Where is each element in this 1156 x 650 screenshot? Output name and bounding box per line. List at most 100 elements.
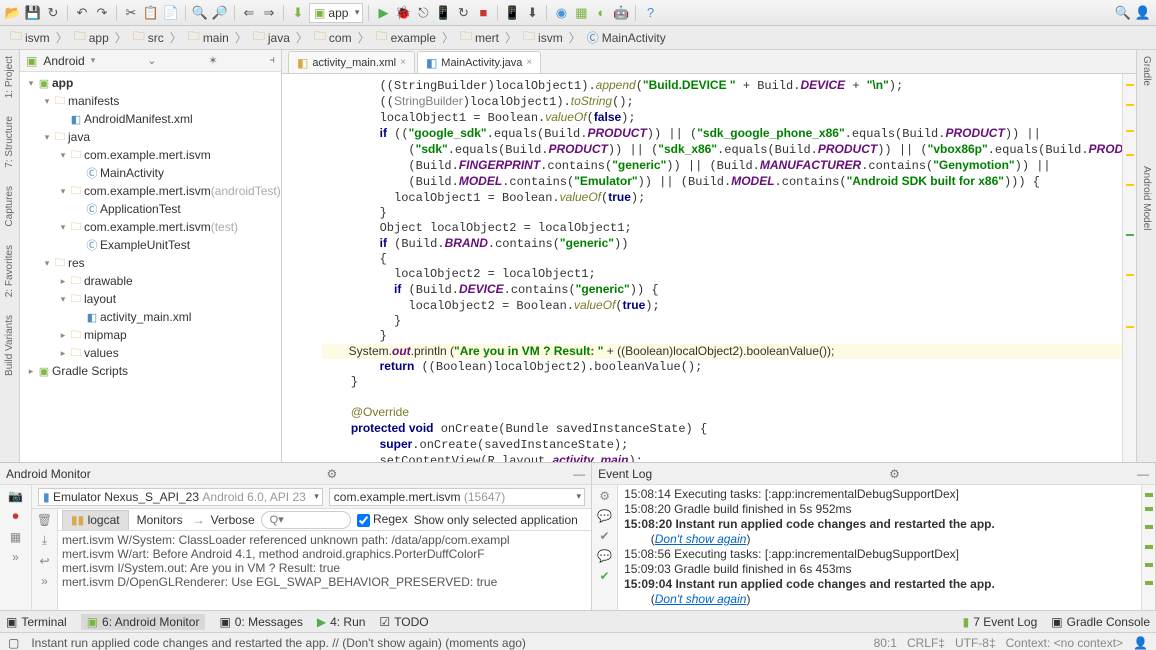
tree-applicationtest[interactable]: Ⓒ ApplicationTest — [20, 200, 281, 218]
btab-terminal[interactable]: ▣ Terminal — [6, 615, 67, 629]
btab-gradle-console[interactable]: ▣ Gradle Console — [1051, 615, 1150, 629]
avd-icon[interactable]: 📱 — [503, 4, 521, 22]
status-icon[interactable]: ▢ — [8, 636, 19, 650]
layout-capture-icon[interactable]: ▦ — [10, 530, 21, 544]
redo-icon[interactable]: ↷ — [93, 4, 111, 22]
restart-icon[interactable]: ↻ — [454, 4, 472, 22]
rightbar-gradle[interactable]: Gradle — [1141, 56, 1152, 86]
btab-event-log[interactable]: ▮ 7 Event Log — [963, 615, 1038, 629]
logcat-tab[interactable]: ▮▮ logcat — [62, 510, 129, 530]
crumb-isvm[interactable]: 🗀 isvm — [519, 27, 567, 48]
event-mark-icon[interactable]: ✔ — [600, 529, 610, 543]
tree-layout[interactable]: ▾🗀 layout — [20, 290, 281, 308]
btab-android-monitor[interactable]: ▣ 6: Android Monitor — [81, 614, 206, 630]
run-icon[interactable]: ▶ — [374, 4, 392, 22]
tree-app[interactable]: ▾▣ app — [20, 74, 281, 92]
zoom-out-icon[interactable]: 🔎 — [211, 4, 229, 22]
copy-icon[interactable]: 📋 — [142, 4, 160, 22]
crumb-com[interactable]: 🗀 com — [310, 27, 356, 48]
android-icon[interactable]: 🤖 — [612, 4, 630, 22]
event-warn-icon[interactable]: 💬 — [597, 549, 612, 563]
layout-inspector-icon[interactable]: ▦ — [572, 4, 590, 22]
log-filter-selector[interactable]: Show only selected application — [414, 513, 581, 527]
eventlog-settings-icon[interactable]: ⚙ — [889, 467, 900, 481]
zoom-in-icon[interactable]: 🔍 — [191, 4, 209, 22]
tab-activity_main.xml[interactable]: ◧ activity_main.xml × — [288, 51, 415, 73]
project-settings-icon[interactable]: ⌄ — [147, 54, 156, 67]
more-icon[interactable]: » — [12, 550, 19, 564]
leftbar-favorites[interactable]: 2: Favorites — [4, 245, 15, 297]
tab-MainActivity.java[interactable]: ◧ MainActivity.java × — [417, 51, 541, 73]
dont-show-again-link[interactable]: Don't show again — [655, 592, 747, 606]
event-check-icon[interactable]: ✔ — [600, 569, 610, 583]
global-search-icon[interactable]: 🔍 — [1114, 4, 1132, 22]
crumb-example[interactable]: 🗀 example — [372, 27, 440, 48]
tree-manifests[interactable]: ▾🗀 manifests — [20, 92, 281, 110]
leftbar-build-variants[interactable]: Build Variants — [4, 315, 15, 376]
scroll-end-icon[interactable]: ⤓ — [42, 533, 47, 548]
back-icon[interactable]: ⇐ — [240, 4, 258, 22]
crumb-app[interactable]: 🗀 app — [70, 27, 113, 48]
log-level-selector[interactable]: Verbose — [211, 513, 255, 527]
btab-run[interactable]: ▶ 4: Run — [317, 615, 366, 629]
sdk-icon[interactable]: ⬇ — [523, 4, 541, 22]
crumb-java[interactable]: 🗀 java — [249, 27, 294, 48]
device-selector[interactable]: ▮ Emulator Nexus_S_API_23 Android 6.0, A… — [38, 488, 323, 506]
crumb-mert[interactable]: 🗀 mert — [456, 27, 503, 48]
rightbar-android-model[interactable]: Android Model — [1141, 166, 1152, 230]
error-stripe[interactable] — [1122, 74, 1136, 462]
line-separator[interactable]: CRLF‡ — [907, 636, 945, 650]
tree-com-example-mert-isvm[interactable]: ▾🗀 com.example.mert.isvm (androidTest) — [20, 182, 281, 200]
wrap-icon[interactable]: ↩ — [39, 554, 49, 568]
tree-com-example-mert-isvm[interactable]: ▾🗀 com.example.mert.isvm (test) — [20, 218, 281, 236]
paste-icon[interactable]: 📄 — [162, 4, 180, 22]
event-log-output[interactable]: 15:08:14 Executing tasks: [:app:incremen… — [618, 485, 1141, 610]
more2-icon[interactable]: » — [41, 574, 48, 588]
btab-todo[interactable]: ☑ TODO — [379, 615, 428, 629]
run-config-selector[interactable]: ▣ app — [309, 3, 363, 23]
btab-messages[interactable]: ▣ 0: Messages — [219, 615, 302, 629]
code-editor[interactable]: ((StringBuilder)localObject1).append("Bu… — [282, 74, 1122, 462]
project-structure-icon[interactable]: ◉ — [552, 4, 570, 22]
account-icon[interactable]: 👤 — [1134, 4, 1152, 22]
tree-androidmanifest-xml[interactable]: ◧ AndroidManifest.xml — [20, 110, 281, 128]
hide-icon[interactable]: ⫞ — [270, 54, 276, 67]
monitors-tab[interactable]: Monitors — [129, 511, 191, 529]
event-info-icon[interactable]: 💬 — [597, 509, 612, 523]
regex-checkbox[interactable]: Regex — [357, 512, 408, 526]
event-filter-icon[interactable]: ⚙ — [599, 489, 610, 503]
clear-log-icon[interactable]: 🗑 — [37, 513, 52, 527]
tree-drawable[interactable]: ▸🗀 drawable — [20, 272, 281, 290]
monitor-settings-icon[interactable]: ⚙ — [327, 467, 338, 481]
log-output[interactable]: mert.isvm W/System: ClassLoader referenc… — [58, 531, 591, 610]
leftbar-project[interactable]: 1: Project — [4, 56, 15, 98]
leftbar-captures[interactable]: Captures — [4, 186, 15, 227]
open-icon[interactable]: 📂 — [4, 4, 22, 22]
tree-mainactivity[interactable]: Ⓒ MainActivity — [20, 164, 281, 182]
make-icon[interactable]: ⬇ — [289, 4, 307, 22]
leftbar-structure[interactable]: 7: Structure — [4, 116, 15, 168]
apply-changes-icon[interactable]: 📱 — [434, 4, 452, 22]
process-selector[interactable]: com.example.mert.isvm (15647) — [329, 488, 585, 506]
cursor-position[interactable]: 80:1 — [874, 636, 897, 650]
stop-icon[interactable]: ■ — [474, 4, 492, 22]
tree-values[interactable]: ▸🗀 values — [20, 344, 281, 362]
tree-exampleunittest[interactable]: Ⓒ ExampleUnitTest — [20, 236, 281, 254]
crumb-src[interactable]: 🗀 src — [129, 27, 168, 48]
encoding[interactable]: UTF-8‡ — [955, 636, 996, 650]
tree-java[interactable]: ▾🗀 java — [20, 128, 281, 146]
record-icon[interactable]: ⏺ — [12, 509, 18, 524]
theme-editor-icon[interactable]: ◐ — [592, 4, 610, 22]
undo-icon[interactable]: ↶ — [73, 4, 91, 22]
eventlog-hide-icon[interactable]: — — [1137, 467, 1149, 481]
tree-activity-main-xml[interactable]: ◧ activity_main.xml — [20, 308, 281, 326]
forward-icon[interactable]: ⇒ — [260, 4, 278, 22]
screenshot-icon[interactable]: 📷 — [8, 489, 23, 503]
tree-com-example-mert-isvm[interactable]: ▾🗀 com.example.mert.isvm — [20, 146, 281, 164]
dont-show-again-link[interactable]: Don't show again — [655, 532, 747, 546]
save-icon[interactable]: 💾 — [24, 4, 42, 22]
cut-icon[interactable]: ✂ — [122, 4, 140, 22]
crumb-MainActivity[interactable]: Ⓒ MainActivity — [583, 29, 670, 46]
tree-gradle-scripts[interactable]: ▸▣ Gradle Scripts — [20, 362, 281, 380]
help-icon[interactable]: ? — [641, 4, 659, 22]
